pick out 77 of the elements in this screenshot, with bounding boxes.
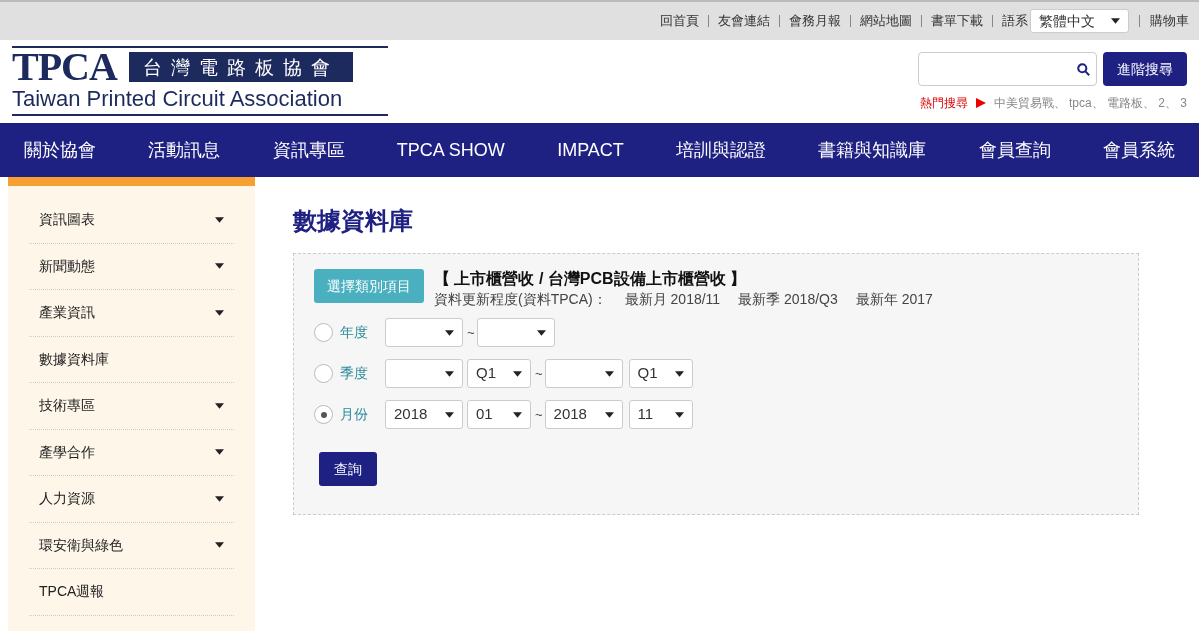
dropdown-select[interactable]: 2018	[544, 400, 623, 429]
nav-item[interactable]: 資訊專區	[272, 136, 345, 164]
caret-icon	[1111, 18, 1120, 24]
caret-icon	[215, 309, 224, 316]
nav-item[interactable]: 會員查詢	[978, 136, 1051, 164]
search-field[interactable]	[918, 52, 1097, 86]
dropdown-select[interactable]	[385, 359, 463, 388]
update-label: 資料更新程度(資料TPCA)：	[434, 290, 607, 309]
cart-link[interactable]: 購物車	[1150, 11, 1189, 31]
hot-search-label: 熱門搜尋	[919, 95, 968, 112]
caret-icon	[604, 370, 614, 377]
language-label: 語系	[1002, 12, 1028, 31]
caret-icon	[215, 402, 224, 409]
top-link[interactable]: 回首頁	[660, 11, 699, 31]
caret-icon	[513, 370, 522, 377]
sidebar-item[interactable]: 新聞動態	[29, 243, 234, 290]
update-info: 最新季 2018/Q3	[738, 290, 838, 309]
caret-icon	[215, 263, 224, 270]
radio-label: 月份	[340, 405, 369, 424]
caret-icon	[445, 329, 454, 336]
range-separator: ~	[467, 323, 475, 342]
nav-item[interactable]: 會員系統	[1102, 136, 1175, 164]
search-icon[interactable]	[1077, 62, 1090, 76]
sidebar-item[interactable]: 資訊圖表	[29, 197, 234, 244]
tpca-logo[interactable]: TPCA 台灣電路板協會 Taiwan Printed Circuit Association	[12, 46, 388, 116]
nav-item[interactable]: 書籍與知識庫	[818, 136, 927, 164]
sidebar-item[interactable]: 環安衛與綠色	[29, 522, 234, 569]
dropdown-select[interactable]: 2018	[385, 400, 463, 429]
caret-icon	[215, 495, 224, 502]
radio-button[interactable]	[314, 405, 333, 424]
page-title: 數據資料庫	[293, 206, 414, 236]
dropdown-select[interactable]: Q1	[628, 359, 693, 388]
nav-item[interactable]: 關於協會	[24, 136, 96, 164]
radio-button[interactable]	[314, 323, 333, 342]
caret-icon	[215, 542, 224, 549]
range-separator: ~	[535, 405, 543, 424]
caret-icon	[445, 411, 454, 418]
radio-label: 年度	[340, 323, 369, 342]
caret-icon	[513, 411, 522, 418]
hot-search-terms[interactable]: 中美貿易戰、 tpca、 電路板、 2、 3	[993, 94, 1187, 112]
update-info: 最新月 2018/11	[624, 290, 721, 309]
language-select[interactable]: 繁體中文	[1030, 9, 1129, 33]
nav-item[interactable]: 活動訊息	[148, 136, 221, 164]
sidebar-item[interactable]: 產學合作	[29, 429, 234, 476]
caret-icon	[536, 329, 546, 336]
nav-item[interactable]: 培訓與認證	[676, 136, 767, 164]
range-separator: ~	[535, 364, 543, 383]
radio-button[interactable]	[314, 364, 333, 383]
dropdown-select[interactable]: 11	[628, 400, 693, 429]
caret-icon	[604, 411, 614, 418]
dropdown-select[interactable]: Q1	[467, 359, 531, 388]
caret-icon	[445, 370, 454, 377]
top-link[interactable]: 網站地圖	[860, 11, 912, 31]
nav-item[interactable]: IMPACT	[557, 136, 624, 164]
caret-icon	[674, 370, 684, 377]
submit-button[interactable]: 查詢	[319, 452, 377, 486]
radio-label: 季度	[340, 364, 369, 383]
caret-icon	[215, 449, 224, 456]
dropdown-select[interactable]	[476, 318, 555, 347]
top-link[interactable]: 友會連結	[718, 11, 770, 31]
dropdown-select[interactable]: 01	[467, 400, 531, 429]
dropdown-select[interactable]	[544, 359, 623, 388]
top-link[interactable]: 書單下載	[931, 11, 983, 31]
update-info: 最新年 2017	[855, 290, 933, 309]
play-icon	[975, 98, 986, 108]
dropdown-select[interactable]	[385, 318, 463, 347]
advanced-search-button[interactable]: 進階搜尋	[1103, 52, 1187, 86]
sidebar-item[interactable]: 數據資料庫	[29, 336, 234, 383]
sidebar-item[interactable]: 技術專區	[29, 383, 234, 430]
sidebar-item[interactable]: TPCA週報	[29, 569, 234, 616]
category-title: 【 上市櫃營收 / 台灣PCB設備上市櫃營收 】	[434, 269, 747, 289]
nav-item[interactable]: TPCA SHOW	[396, 136, 505, 164]
sidebar-item[interactable]: 產業資訊	[29, 290, 234, 337]
sidebar-item[interactable]: 人力資源	[29, 476, 234, 523]
caret-icon	[674, 411, 684, 418]
top-link[interactable]: 會務月報	[789, 11, 841, 31]
caret-icon	[215, 216, 224, 223]
